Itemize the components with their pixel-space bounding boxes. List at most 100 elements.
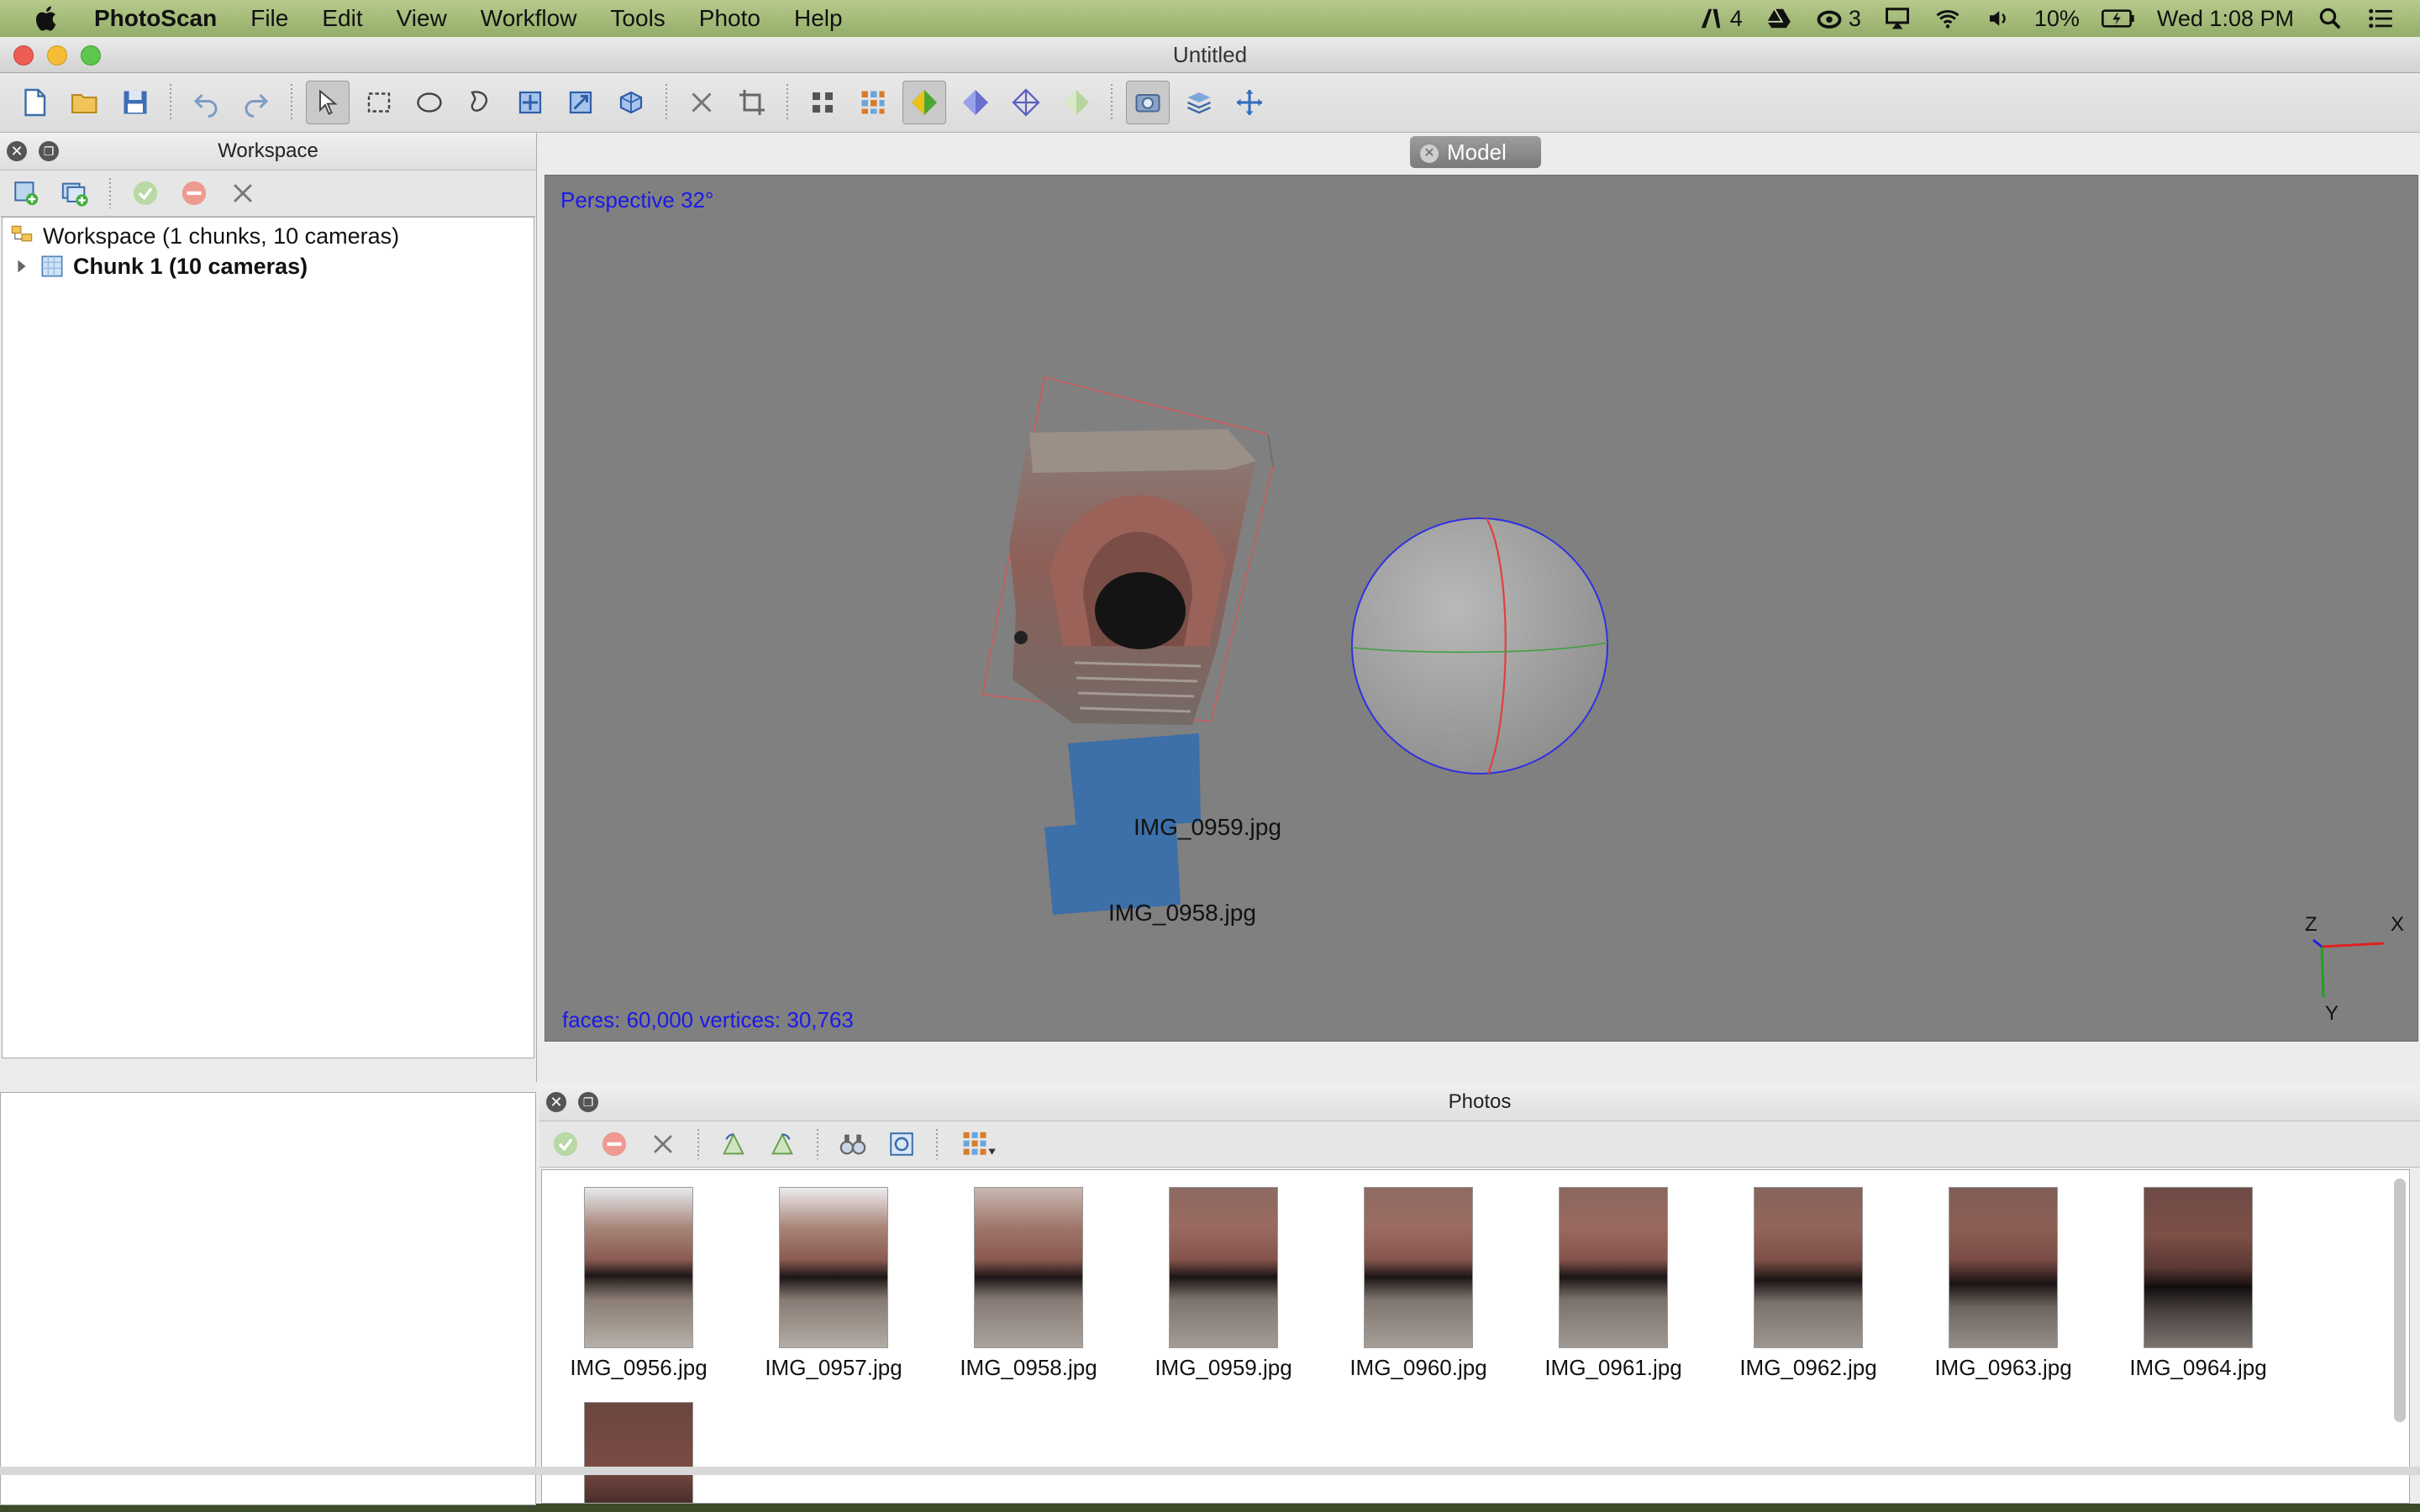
rotate-right-button[interactable] [763,1125,802,1163]
creative-cloud-icon [1817,10,1842,29]
photo-thumbnail[interactable]: IMG_0958.jpg [949,1187,1108,1381]
reset-view-button[interactable] [1228,81,1270,123]
photo-preview [2144,1187,2253,1348]
add-photos-button[interactable] [55,174,94,213]
google-drive-icon[interactable] [1765,6,1793,31]
view-mode-dropdown[interactable] [953,1125,1005,1163]
add-chunk-button[interactable] [7,174,45,213]
photo-thumbnail[interactable] [559,1402,718,1503]
chunk-item[interactable]: Chunk 1 (10 cameras) [3,251,534,281]
show-solid-model-button[interactable] [955,81,997,123]
photo-thumbnail[interactable]: IMG_0963.jpg [1923,1187,2083,1381]
photo-thumbnail[interactable]: IMG_0961.jpg [1534,1187,1693,1381]
save-button[interactable] [114,81,156,123]
delete-selection-button[interactable] [681,81,723,123]
battery-charging-icon[interactable] [2101,6,2135,31]
remove-items-button[interactable] [224,174,262,213]
menu-clock[interactable]: Wed 1:08 PM [2157,6,2294,32]
battery-percent[interactable]: 10% [2034,6,2080,32]
menu-file[interactable]: File [250,5,288,32]
show-region-button[interactable] [1178,81,1220,123]
photo-filename: IMG_0961.jpg [1544,1355,1682,1380]
photo-filename: IMG_0959.jpg [1155,1355,1292,1380]
disable-minus-icon [602,1131,627,1157]
menu-view[interactable]: View [397,5,447,32]
open-button[interactable] [64,81,106,123]
close-model-tab-icon[interactable]: ✕ [1420,144,1439,164]
enable-check-icon [553,1131,578,1157]
adobe-tray-item[interactable]: 4 [1697,6,1743,32]
photo-thumbnail[interactable]: IMG_0960.jpg [1339,1187,1498,1381]
circle-selection-button[interactable] [408,81,450,123]
remove-photos-button[interactable] [644,1125,682,1163]
rotate-left-button[interactable] [714,1125,753,1163]
spotlight-search-icon[interactable] [2316,6,2344,31]
rotate-region-button[interactable] [610,81,652,123]
crop-selection-button[interactable] [731,81,773,123]
free-form-selection-button[interactable] [459,81,501,123]
move-object-button[interactable] [509,81,551,123]
toolbar-separator [170,84,171,121]
resize-region-button[interactable] [560,81,602,123]
show-sparse-cloud-button[interactable] [802,81,844,123]
textured-model[interactable] [1009,429,1256,725]
enable-photos-button[interactable] [546,1125,585,1163]
rectangle-selection-button[interactable] [358,81,400,123]
menu-app-name[interactable]: PhotoScan [94,5,217,32]
disable-photos-button[interactable] [595,1125,634,1163]
photo-thumbnail[interactable]: IMG_0959.jpg [1144,1187,1303,1381]
show-textured-model-button[interactable] [902,81,946,124]
new-document-icon [24,88,46,117]
navigation-trackball[interactable] [1351,517,1608,774]
disable-cameras-button[interactable] [175,174,213,213]
show-wireframe-model-button[interactable] [1005,81,1047,123]
float-workspace-panel-button[interactable]: ❐ [39,141,59,161]
model-tab[interactable]: ✕ Model [1410,136,1541,168]
redo-button[interactable] [235,81,277,123]
enable-cameras-button[interactable] [126,174,165,213]
reset-filter-button[interactable] [882,1125,921,1163]
filter-photos-button[interactable] [834,1125,872,1163]
close-workspace-panel-button[interactable]: ✕ [7,141,27,161]
menu-help[interactable]: Help [794,5,843,32]
close-photos-panel-button[interactable]: ✕ [546,1092,566,1112]
undo-button[interactable] [185,81,227,123]
chunk-icon [41,255,63,277]
model-viewport[interactable]: Perspective 32° IMG_0959.jpg IMG_0958.jp… [544,175,2418,1042]
notification-center-icon[interactable] [2366,6,2395,31]
menu-photo[interactable]: Photo [699,5,760,32]
new-document-button[interactable] [13,81,55,123]
show-cameras-button[interactable] [1126,81,1170,124]
menu-edit[interactable]: Edit [322,5,362,32]
wifi-icon[interactable] [1933,6,1962,31]
photo-thumbnail[interactable]: IMG_0956.jpg [559,1187,718,1381]
grid-view-icon [963,1131,996,1155]
workspace-panel-header: ✕ ❐ Workspace [0,133,536,171]
model-tab-label: Model [1447,139,1507,165]
navigation-tool-button[interactable] [306,81,350,124]
show-shaded-model-button[interactable] [1055,81,1097,123]
photo-preview [1364,1187,1473,1348]
menu-tools[interactable]: Tools [610,5,665,32]
photos-scrollbar[interactable] [2394,1179,2406,1422]
zoom-window-button[interactable] [81,45,101,66]
minimize-window-button[interactable] [47,45,67,66]
move-region-icon [518,91,542,114]
show-dense-cloud-button[interactable] [852,81,894,123]
apple-menu-icon[interactable] [32,3,62,34]
expand-triangle-icon[interactable] [13,257,31,276]
camera-label-img-0958[interactable]: IMG_0958.jpg [1108,900,1256,927]
menu-workflow[interactable]: Workflow [481,5,577,32]
binoculars-icon [839,1134,866,1155]
photo-thumbnail[interactable]: IMG_0957.jpg [754,1187,913,1381]
photo-thumbnail[interactable]: IMG_0962.jpg [1728,1187,1888,1381]
airplay-icon[interactable] [1883,6,1912,31]
volume-icon[interactable] [1984,6,2012,31]
camera-label-img-0959[interactable]: IMG_0959.jpg [1134,814,1281,841]
float-photos-panel-button[interactable]: ❐ [578,1092,598,1112]
close-window-button[interactable] [13,45,34,66]
photo-thumbnail[interactable]: IMG_0964.jpg [2118,1187,2278,1381]
workspace-root-item[interactable]: Workspace (1 chunks, 10 cameras) [3,221,534,251]
toolbar-separator [1111,84,1113,121]
creative-cloud-tray-item[interactable]: 3 [1815,6,1861,32]
